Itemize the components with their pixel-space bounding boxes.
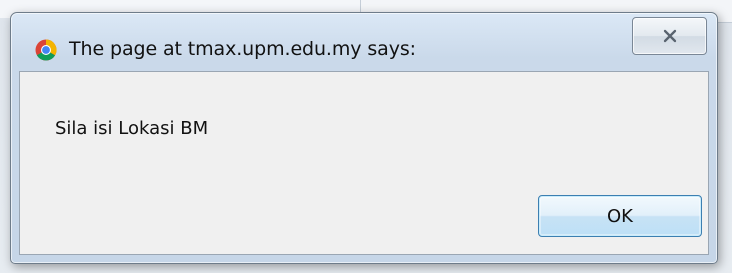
dialog-message: Sila isi Lokasi BM <box>55 118 209 139</box>
alert-dialog: The page at tmax.upm.edu.my says: Sila i… <box>10 12 718 264</box>
dialog-titlebar: The page at tmax.upm.edu.my says: <box>11 13 717 65</box>
ok-button[interactable]: OK <box>538 195 702 237</box>
dialog-title: The page at tmax.upm.edu.my says: <box>69 38 416 60</box>
close-button[interactable] <box>632 17 707 55</box>
chrome-icon <box>35 39 57 61</box>
dialog-content: Sila isi Lokasi BM OK <box>19 71 709 255</box>
close-icon <box>663 29 676 43</box>
